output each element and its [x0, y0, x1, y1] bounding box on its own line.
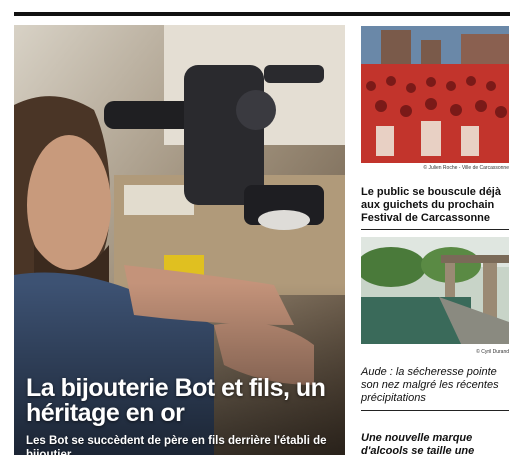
festival-photo — [361, 26, 509, 163]
hero-subtitle: Les Bot se succèdent de père en fils der… — [26, 435, 327, 455]
hero-title: La bijouterie Bot et fils, un héritage e… — [26, 374, 326, 427]
divider — [361, 410, 509, 411]
river-photo — [361, 237, 509, 344]
top-rule — [14, 12, 510, 16]
alcools-headline: Une nouvelle marque d'alcools se taille … — [361, 432, 475, 457]
festival-headline: Le public se bouscule déjà aux guichets … — [361, 186, 501, 224]
secheresse-headline: Aude : la sécheresse pointe son nez malg… — [361, 366, 499, 404]
divider — [361, 229, 509, 230]
festival-photo-credit: © Julien Roche - Ville de Carcassonne — [423, 165, 509, 171]
river-photo-credit: © Cyril Durand — [476, 349, 509, 355]
hero-article[interactable]: La bijouterie Bot et fils, un héritage e… — [14, 25, 345, 455]
